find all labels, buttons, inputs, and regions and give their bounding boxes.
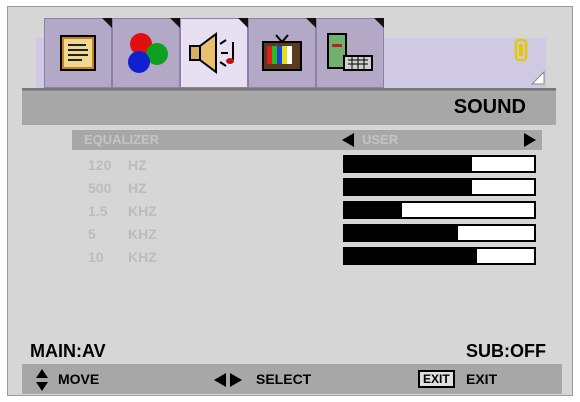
tab-corner-marker	[102, 18, 112, 28]
eq-slider-fill	[345, 203, 402, 217]
tab-corner-marker	[238, 18, 248, 28]
band-unit: KHZ	[128, 226, 157, 242]
up-down-arrow-icon	[36, 369, 48, 391]
footer-help-bar: MOVE SELECT EXIT EXIT	[22, 364, 562, 394]
computer-icon	[327, 33, 373, 71]
exit-hint: EXIT	[466, 371, 498, 387]
left-arrow-icon[interactable]	[342, 133, 354, 147]
menu-header: SOUND	[22, 90, 556, 125]
eq-slider-fill	[345, 226, 459, 240]
band-frequency: 1.5	[88, 203, 108, 219]
band-unit: HZ	[128, 180, 147, 196]
page-title: SOUND	[453, 96, 526, 118]
band-frequency: 5	[88, 226, 96, 242]
tab-corner-marker	[170, 18, 180, 28]
eq-slider-500hz[interactable]	[343, 178, 536, 196]
band-frequency: 120	[88, 157, 112, 173]
tab-corner-marker	[306, 18, 316, 28]
exit-key-icon: EXIT	[418, 370, 455, 388]
rgb-balls-icon	[128, 33, 168, 73]
tab-corner-marker	[374, 18, 384, 28]
eq-slider-fill	[345, 249, 478, 263]
band-frequency: 10	[88, 249, 104, 265]
sound-tab[interactable]	[180, 18, 248, 88]
right-arrow-icon[interactable]	[524, 133, 536, 147]
eq-slider-5khz[interactable]	[343, 224, 536, 242]
tv-tab[interactable]	[248, 18, 316, 88]
main-source-status: MAIN:AV	[30, 341, 106, 361]
preset-label: EQUALIZER	[84, 132, 160, 147]
preset-value: USER	[362, 132, 399, 147]
speaker-icon	[189, 32, 234, 74]
band-unit: HZ	[128, 157, 147, 173]
eq-slider-120hz[interactable]	[343, 155, 536, 173]
eq-slider-10khz[interactable]	[343, 247, 536, 265]
color-tab[interactable]	[112, 18, 180, 88]
tv-icon	[262, 34, 302, 71]
setup-tab[interactable]	[316, 18, 384, 88]
band-frequency: 500	[88, 180, 112, 196]
sub-source-status: SUB:OFF	[466, 341, 546, 361]
document-icon	[60, 35, 96, 71]
eq-slider-fill	[345, 180, 472, 194]
move-hint: MOVE	[58, 371, 100, 387]
picture-tab[interactable]	[44, 18, 112, 88]
eq-slider-1-5khz[interactable]	[343, 201, 536, 219]
band-unit: KHZ	[128, 203, 157, 219]
equalizer-preset-row[interactable]: EQUALIZER USER	[72, 130, 542, 150]
select-hint: SELECT	[256, 371, 312, 387]
eq-slider-fill	[345, 157, 472, 171]
band-unit: KHZ	[128, 249, 157, 265]
clip-icon	[514, 38, 545, 85]
left-right-arrow-icon	[214, 373, 242, 387]
